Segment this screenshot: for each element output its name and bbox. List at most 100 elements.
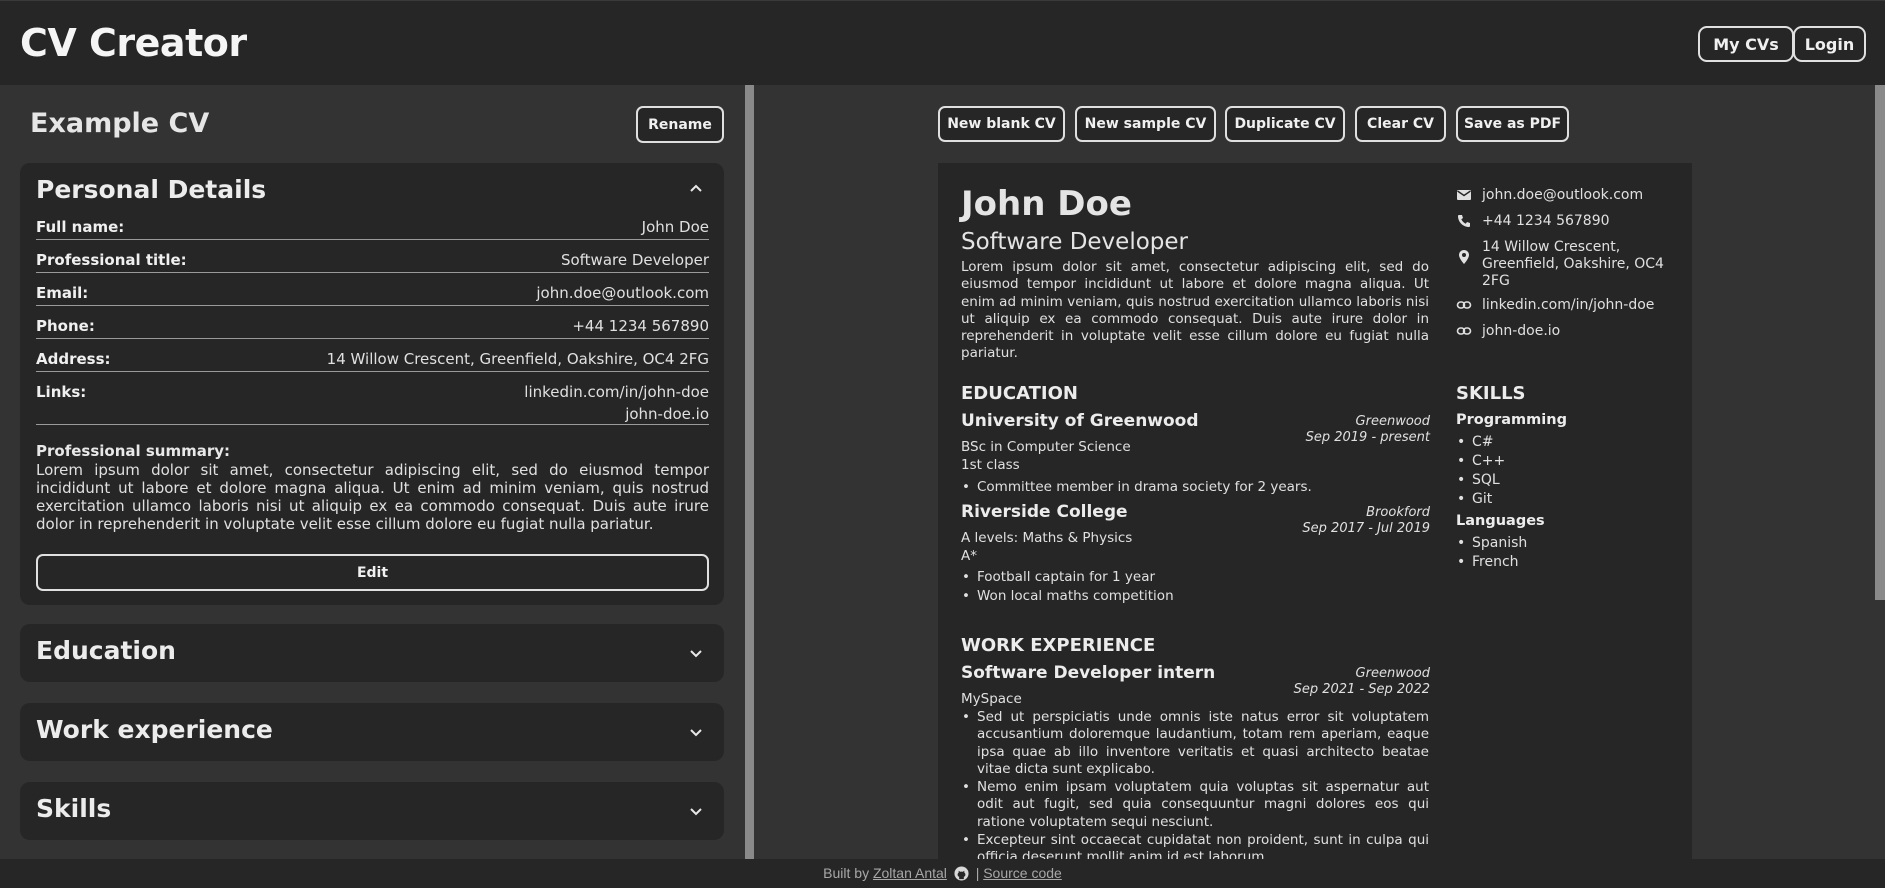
rename-button[interactable]: Rename xyxy=(636,106,724,143)
professional-title-row[interactable]: Professional title: Software Developer xyxy=(36,249,709,273)
location-pin-icon xyxy=(1459,250,1469,264)
contact-email-text: john.doe@outlook.com xyxy=(1482,187,1644,203)
education-bullet: Football captain for 1 year xyxy=(961,569,1429,587)
login-button[interactable]: Login xyxy=(1793,26,1866,62)
personal-details-card: Personal Details Full name: John Doe Pro… xyxy=(20,163,724,605)
field-value: 14 Willow Crescent, Greenfield, Oakshire… xyxy=(326,350,709,368)
app-header: CV Creator My CVs Login xyxy=(0,0,1885,85)
link-icon xyxy=(1456,301,1472,309)
cv-title: Software Developer xyxy=(961,229,1188,255)
skills-heading: SKILLS xyxy=(1456,383,1526,404)
chevron-down-icon[interactable] xyxy=(688,803,704,819)
work-company: MySpace xyxy=(961,691,1022,707)
email-row[interactable]: Email: john.doe@outlook.com xyxy=(36,282,709,306)
links-row[interactable]: Links: linkedin.com/in/john-doe john-doe… xyxy=(36,381,709,425)
save-as-pdf-button[interactable]: Save as PDF xyxy=(1456,106,1569,142)
duplicate-cv-button[interactable]: Duplicate CV xyxy=(1225,106,1345,142)
skill-item: French xyxy=(1456,554,1519,570)
work-experience-title: Work experience xyxy=(36,715,273,744)
work-bullet: Sed ut perspiciatis unde omnis iste natu… xyxy=(961,709,1429,778)
github-icon[interactable] xyxy=(954,866,969,881)
contact-email: john.doe@outlook.com xyxy=(1456,187,1671,204)
work-experience-card[interactable]: Work experience xyxy=(20,703,724,761)
cv-preview: John Doe Software Developer Lorem ipsum … xyxy=(938,163,1692,859)
education-degree: BSc in Computer Science xyxy=(961,439,1131,455)
clear-cv-button[interactable]: Clear CV xyxy=(1355,106,1446,142)
summary-text: Lorem ipsum dolor sit amet, consectetur … xyxy=(36,461,709,533)
field-value: John Doe xyxy=(641,218,709,236)
personal-details-title: Personal Details xyxy=(36,175,267,204)
cv-name-heading: Example CV xyxy=(30,108,210,139)
chevron-up-icon[interactable] xyxy=(688,181,704,197)
built-by-text: Built by xyxy=(823,865,870,881)
author-link[interactable]: Zoltan Antal xyxy=(873,865,947,881)
work-location: Greenwood xyxy=(1355,666,1430,681)
chevron-down-icon[interactable] xyxy=(688,724,704,740)
link-icon xyxy=(1456,327,1472,335)
education-grade: 1st class xyxy=(961,457,1020,473)
contact-phone-text: +44 1234 567890 xyxy=(1482,213,1610,229)
summary-label: Professional summary: xyxy=(36,442,231,460)
panel-resize-handle[interactable] xyxy=(745,85,754,859)
skill-category: Languages xyxy=(1456,513,1545,529)
contact-address-text: 14 Willow Crescent, Greenfield, Oakshire… xyxy=(1482,239,1664,289)
education-grade: A* xyxy=(961,548,977,564)
link-value: john-doe.io xyxy=(625,405,709,423)
skill-item: C++ xyxy=(1456,453,1505,469)
link-value: linkedin.com/in/john-doe xyxy=(524,383,709,401)
skill-category: Programming xyxy=(1456,412,1567,428)
field-value: john.doe@outlook.com xyxy=(536,284,709,302)
field-label: Address: xyxy=(36,350,111,368)
education-dates: Sep 2019 - present xyxy=(1305,430,1430,445)
skill-item: Git xyxy=(1456,491,1492,507)
education-school: Riverside College xyxy=(961,502,1128,522)
work-bullet: Excepteur sint occaecat cupidatat non pr… xyxy=(961,832,1429,859)
field-label: Professional title: xyxy=(36,251,187,269)
my-cvs-button[interactable]: My CVs xyxy=(1698,26,1794,62)
contact-link: john-doe.io xyxy=(1456,323,1671,340)
education-heading: EDUCATION xyxy=(961,383,1078,404)
cv-summary: Lorem ipsum dolor sit amet, consectetur … xyxy=(961,259,1429,362)
full-name-row[interactable]: Full name: John Doe xyxy=(36,216,709,240)
new-blank-cv-button[interactable]: New blank CV xyxy=(938,106,1065,142)
field-value: Software Developer xyxy=(560,251,709,269)
contact-address: 14 Willow Crescent, Greenfield, Oakshire… xyxy=(1456,239,1671,291)
education-school: University of Greenwood xyxy=(961,411,1199,431)
address-row[interactable]: Address: 14 Willow Crescent, Greenfield,… xyxy=(36,348,709,372)
work-bullet: Nemo enim ipsam voluptatem quia voluptas… xyxy=(961,779,1429,831)
education-dates: Sep 2017 - Jul 2019 xyxy=(1302,521,1430,536)
education-location: Greenwood xyxy=(1355,414,1430,429)
education-bullet: Won local maths competition xyxy=(961,588,1429,606)
app-title: CV Creator xyxy=(20,21,247,65)
contact-link-text[interactable]: linkedin.com/in/john-doe xyxy=(1482,297,1672,314)
work-experience-heading: WORK EXPERIENCE xyxy=(961,635,1156,656)
preview-panel: New blank CV New sample CV Duplicate CV … xyxy=(754,85,1885,859)
footer-separator: | xyxy=(975,865,980,881)
cv-name: John Doe xyxy=(961,184,1132,224)
education-card[interactable]: Education xyxy=(20,624,724,682)
editor-panel: Example CV Rename Personal Details Full … xyxy=(0,85,745,859)
field-label: Email: xyxy=(36,284,89,302)
contact-link-text[interactable]: john-doe.io xyxy=(1482,323,1672,340)
skills-card[interactable]: Skills xyxy=(20,782,724,840)
new-sample-cv-button[interactable]: New sample CV xyxy=(1075,106,1216,142)
skill-item: Spanish xyxy=(1456,535,1527,551)
field-label: Full name: xyxy=(36,218,125,236)
skill-item: SQL xyxy=(1456,472,1500,488)
education-title: Education xyxy=(36,636,176,665)
work-dates: Sep 2021 - Sep 2022 xyxy=(1293,682,1430,697)
work-role: Software Developer intern xyxy=(961,663,1216,683)
preview-scrollbar[interactable] xyxy=(1875,85,1885,600)
contact-link: linkedin.com/in/john-doe xyxy=(1456,297,1671,314)
footer: Built by Zoltan Antal | Source code xyxy=(0,859,1885,888)
edit-personal-button[interactable]: Edit xyxy=(36,554,709,591)
contact-phone: +44 1234 567890 xyxy=(1456,213,1671,230)
education-bullet: Committee member in drama society for 2 … xyxy=(961,479,1429,497)
phone-row[interactable]: Phone: +44 1234 567890 xyxy=(36,315,709,339)
chevron-down-icon[interactable] xyxy=(688,645,704,661)
field-label: Links: xyxy=(36,383,87,401)
source-code-link[interactable]: Source code xyxy=(983,865,1062,881)
field-value: +44 1234 567890 xyxy=(572,317,709,335)
education-degree: A levels: Maths & Physics xyxy=(961,530,1133,546)
skill-item: C# xyxy=(1456,434,1494,450)
